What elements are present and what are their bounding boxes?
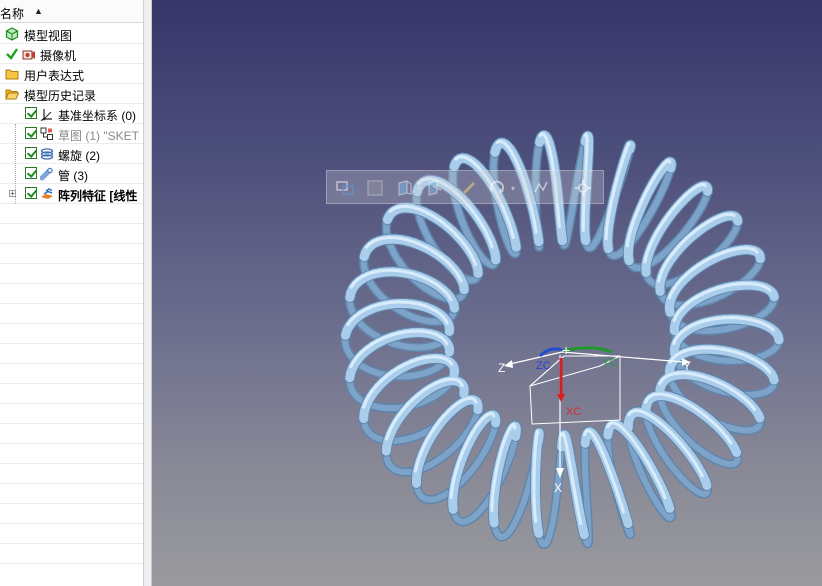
axis-label-x: X xyxy=(554,481,562,495)
tree-item-label: 用户表达式 xyxy=(24,69,85,83)
tube-icon xyxy=(39,167,54,181)
axis-label-xc: XC xyxy=(566,406,581,418)
folder-open-icon xyxy=(5,87,20,101)
fit-view-icon[interactable] xyxy=(395,178,415,198)
chevron-down-icon[interactable]: ▾ xyxy=(511,184,515,193)
pattern-feature-icon xyxy=(40,187,54,201)
rotate-icon[interactable] xyxy=(487,178,507,198)
tree-item-model-history[interactable]: 模型历史记录 xyxy=(0,84,143,104)
empty-row xyxy=(0,524,143,544)
empty-row xyxy=(0,324,143,344)
tree-item-datum-csys[interactable]: 基准坐标系 (0) xyxy=(0,104,143,124)
tree-item-model-views[interactable]: 模型视图 xyxy=(0,24,143,44)
empty-row xyxy=(0,224,143,244)
helix-icon xyxy=(40,147,54,161)
empty-row xyxy=(0,484,143,504)
chevron-down-icon[interactable]: ▾ xyxy=(555,184,559,193)
floating-view-toolbar: ▾ ▾ ▾ ▾ xyxy=(326,170,604,204)
empty-row xyxy=(0,444,143,464)
tree-item-label: 基准坐标系 (0) xyxy=(58,109,137,123)
panel-splitter[interactable] xyxy=(143,0,152,586)
tree-item-helix[interactable]: 螺旋 (2) xyxy=(0,144,143,164)
empty-row xyxy=(0,204,143,224)
empty-row xyxy=(0,304,143,324)
visibility-checkbox[interactable] xyxy=(25,127,37,139)
tree-connector-line xyxy=(15,124,17,204)
tree-item-label: 摄像机 xyxy=(40,49,77,63)
tree-item-label: 草图 (1) "SKET xyxy=(58,129,139,143)
tree-item-sketch[interactable]: 草图 (1) "SKET xyxy=(0,124,143,144)
tree-item-user-expressions[interactable]: 用户表达式 xyxy=(0,64,143,84)
helical-torus-model[interactable]: + Z Y X ZC YC XC xyxy=(152,0,822,586)
tree-item-label: 阵列特征 [线性 xyxy=(58,189,138,203)
orient-view-icon[interactable] xyxy=(425,178,445,198)
navigator-tree: 模型视图 摄像机 用户表达式 模型历史记录 基准坐标系 (0) 草图 (1) "… xyxy=(0,24,143,564)
empty-row xyxy=(0,544,143,564)
axis-label-zc: ZC xyxy=(536,360,551,372)
tree-item-cameras[interactable]: 摄像机 xyxy=(0,44,143,64)
settings-icon[interactable] xyxy=(573,178,593,198)
camera-icon xyxy=(22,47,36,61)
svg-text:+: + xyxy=(562,342,570,358)
empty-row xyxy=(0,344,143,364)
visibility-checkbox[interactable] xyxy=(25,187,37,199)
visibility-checkbox[interactable] xyxy=(25,107,37,119)
navigator-column-header[interactable]: 名称 ▲ xyxy=(0,0,143,23)
empty-row xyxy=(0,384,143,404)
empty-row xyxy=(0,264,143,284)
checkmark-icon xyxy=(5,47,19,61)
column-header-label[interactable]: 名称 xyxy=(0,5,24,22)
axis-label-yc: YC xyxy=(602,357,617,369)
tree-item-label: 模型视图 xyxy=(24,29,73,43)
chevron-down-icon[interactable]: ▾ xyxy=(447,184,451,193)
display-mode-icon[interactable] xyxy=(365,178,385,198)
tree-item-tube[interactable]: 管 (3) xyxy=(0,164,143,184)
part-navigator: 名称 ▲ 模型视图 摄像机 用户表达式 模型历史记录 基准坐标系 (0) 草图 … xyxy=(0,0,143,586)
sort-up-arrow-icon[interactable]: ▲ xyxy=(34,6,43,16)
view-triad-icon[interactable] xyxy=(335,178,355,198)
selection-filter-icon[interactable] xyxy=(531,178,551,198)
empty-row xyxy=(0,284,143,304)
model-view-icon xyxy=(5,27,19,41)
axis-label-y: Y xyxy=(683,359,691,373)
snap-icon[interactable] xyxy=(459,178,479,198)
sketch-icon xyxy=(40,127,54,141)
visibility-checkbox[interactable] xyxy=(25,147,37,159)
tree-item-pattern-feature[interactable]: + 阵列特征 [线性 xyxy=(0,184,143,204)
empty-row xyxy=(0,464,143,484)
tree-item-label: 管 (3) xyxy=(58,169,89,183)
tree-item-label: 模型历史记录 xyxy=(24,89,97,103)
folder-icon xyxy=(5,67,19,81)
graphics-window[interactable]: + Z Y X ZC YC XC ▾ ▾ ▾ ▾ xyxy=(152,0,822,586)
empty-row xyxy=(0,244,143,264)
empty-row xyxy=(0,364,143,384)
visibility-checkbox[interactable] xyxy=(25,167,37,179)
empty-row xyxy=(0,424,143,444)
tree-item-label: 螺旋 (2) xyxy=(58,149,101,163)
empty-row xyxy=(0,404,143,424)
empty-row xyxy=(0,504,143,524)
chevron-down-icon[interactable]: ▾ xyxy=(417,184,421,193)
datum-csys-icon xyxy=(40,107,54,122)
axis-label-z: Z xyxy=(498,361,505,375)
